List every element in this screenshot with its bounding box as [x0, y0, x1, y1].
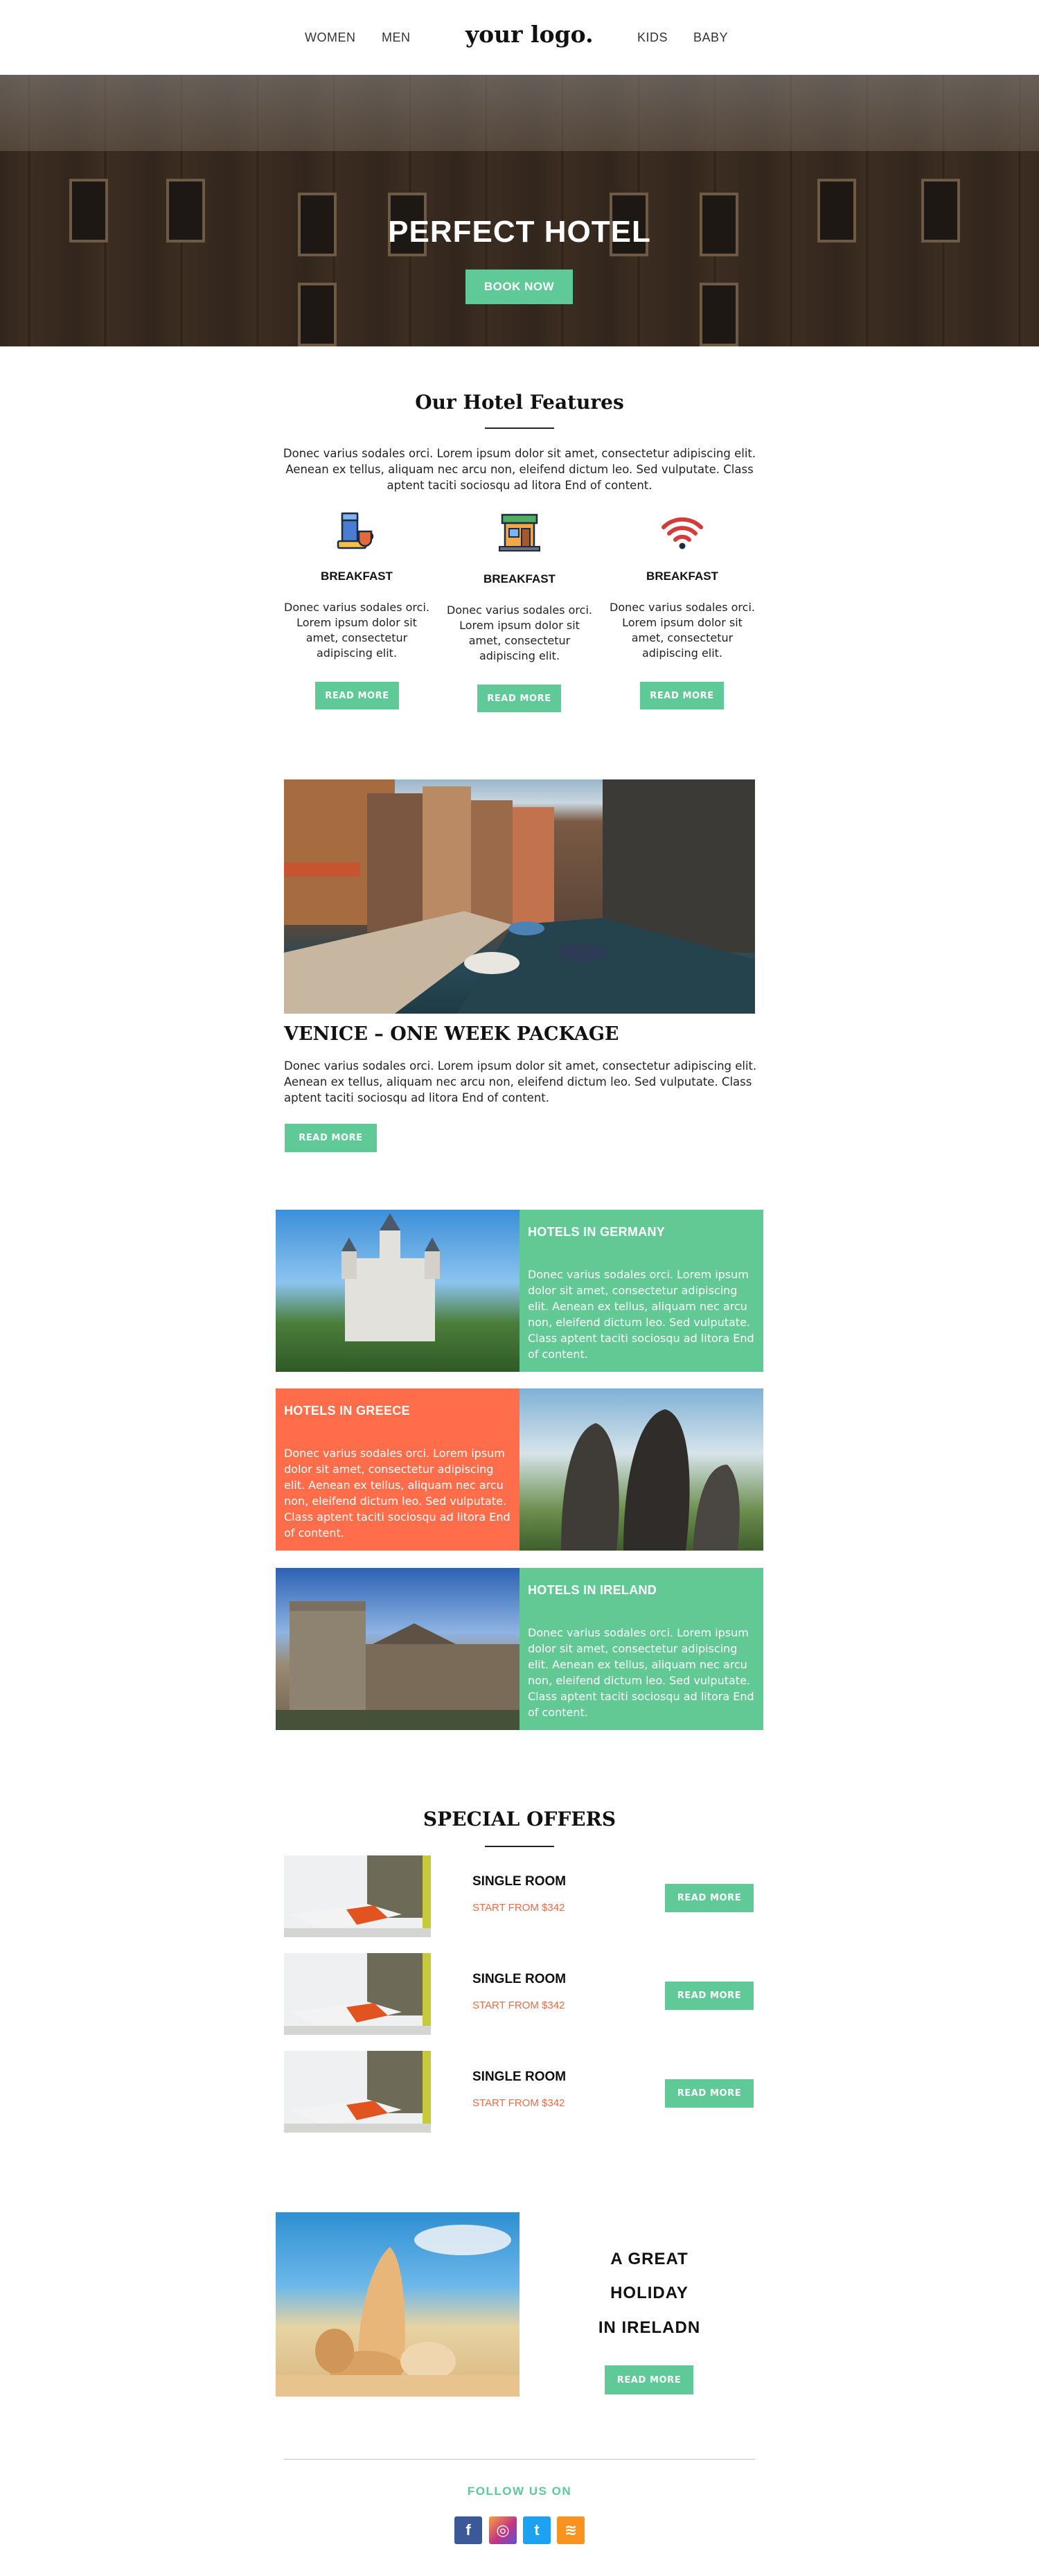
holiday-headline-line: IN IRELADN — [598, 2318, 701, 2337]
hotel-card-title: HOTELS IN IRELAND — [528, 1583, 657, 1597]
offer-title: SINGLE ROOM — [472, 2070, 567, 2084]
castle-illustration — [341, 1213, 440, 1341]
hotel-card-text: Donec varius sodales orci. Lorem ipsum d… — [528, 1268, 754, 1361]
hotel-card-text: Donec varius sodales orci. Lorem ipsum d… — [284, 1447, 510, 1540]
greece-card[interactable]: HOTELS IN GREECE Donec varius sodales or… — [276, 1388, 520, 1551]
room-illustration — [284, 1855, 431, 1937]
offer-price: START FROM $342 — [472, 2000, 565, 2011]
room-illustration — [284, 1953, 431, 2035]
offer-read-more-button[interactable]: READ MORE — [665, 1884, 754, 1912]
instagram-icon[interactable]: ◎ — [489, 2516, 517, 2544]
offer-title: SINGLE ROOM — [472, 1972, 567, 1986]
logo[interactable]: your logo. — [465, 21, 594, 48]
feature-read-more-button[interactable]: READ MORE — [640, 682, 724, 709]
venice-text: Donec varius sodales orci. Lorem ipsum d… — [284, 1059, 757, 1104]
feature-title: BREAKFAST — [321, 570, 393, 583]
features-intro: Donec varius sodales orci. Lorem ipsum d… — [283, 447, 756, 492]
dublin-castle-illustration — [276, 1601, 520, 1730]
hero-window — [700, 283, 738, 346]
feature-read-more-button[interactable]: READ MORE — [477, 685, 561, 712]
hotel-card-text: Donec varius sodales orci. Lorem ipsum d… — [528, 1626, 754, 1719]
feature-text: Donec varius sodales orci. Lorem ipsum d… — [610, 601, 755, 660]
ireland-castle-image — [276, 1568, 520, 1730]
venice-title: VENICE – ONE WEEK PACKAGE — [284, 1023, 619, 1045]
hero-banner: PERFECT HOTEL BOOK NOW — [0, 75, 1039, 346]
holiday-headline-line: A GREAT — [610, 2250, 689, 2268]
hero-title: PERFECT HOTEL — [388, 215, 651, 249]
rss-icon[interactable]: ≋ — [557, 2516, 585, 2544]
nav-link-men[interactable]: MEN — [382, 30, 411, 45]
nav-link-baby[interactable]: BABY — [693, 30, 728, 45]
feature-text: Donec varius sodales orci. Lorem ipsum d… — [447, 603, 592, 662]
follow-us-label: FOLLOW US ON — [467, 2485, 572, 2498]
shop-icon — [499, 513, 540, 552]
room-image — [284, 2051, 431, 2133]
room-illustration — [284, 2051, 431, 2133]
feature-read-more-button[interactable]: READ MORE — [315, 682, 399, 709]
feature-breakfast-icon-wrap — [281, 508, 433, 560]
room-image — [284, 1953, 431, 2035]
offers-title: SPECIAL OFFERS — [423, 1808, 616, 1830]
hero-window — [298, 283, 337, 346]
beach-rocks-image — [276, 2212, 520, 2397]
offer-price: START FROM $342 — [472, 1902, 565, 1914]
nav-link-women[interactable]: WOMEN — [305, 30, 356, 45]
hotel-card-title: HOTELS IN GERMANY — [528, 1225, 666, 1239]
feature-title: BREAKFAST — [483, 572, 556, 585]
features-title: Our Hotel Features — [415, 391, 624, 414]
venice-canal-image — [284, 779, 755, 1014]
feature-shop-icon-wrap — [443, 508, 596, 560]
nav-link-kids[interactable]: KIDS — [637, 30, 668, 45]
book-now-button[interactable]: BOOK NOW — [465, 270, 573, 304]
hotel-card-title: HOTELS IN GREECE — [284, 1404, 410, 1418]
offer-price: START FROM $342 — [472, 2097, 565, 2109]
venice-read-more-button[interactable]: READ MORE — [285, 1124, 377, 1152]
venice-canal-illustration — [284, 779, 755, 1014]
features-divider — [485, 427, 554, 429]
feature-text: Donec varius sodales orci. Lorem ipsum d… — [284, 601, 429, 660]
feature-wifi-icon-wrap — [606, 508, 758, 560]
greece-rocks-image — [520, 1388, 763, 1551]
holiday-read-more-button[interactable]: READ MORE — [605, 2365, 693, 2394]
ireland-card[interactable]: HOTELS IN IRELAND Donec varius sodales o… — [520, 1568, 763, 1730]
footer-divider — [284, 2459, 755, 2460]
room-image — [284, 1855, 431, 1937]
germany-card[interactable]: HOTELS IN GERMANY Donec varius sodales o… — [520, 1210, 763, 1372]
germany-castle-image — [276, 1210, 520, 1372]
breakfast-icon — [337, 512, 374, 549]
offer-read-more-button[interactable]: READ MORE — [665, 2079, 754, 2108]
offer-title: SINGLE ROOM — [472, 1874, 567, 1889]
beach-illustration — [276, 2225, 520, 2397]
offer-read-more-button[interactable]: READ MORE — [665, 1982, 754, 2010]
twitter-icon[interactable]: t — [523, 2516, 551, 2544]
meteora-illustration — [561, 1409, 740, 1551]
offers-divider — [485, 1846, 554, 1847]
holiday-headline-line: HOLIDAY — [610, 2284, 689, 2302]
feature-title: BREAKFAST — [646, 570, 718, 583]
hero-image-sky — [0, 75, 1039, 151]
header: WOMEN MEN your logo. KIDS BABY — [0, 0, 1039, 75]
wifi-icon — [661, 517, 703, 549]
facebook-icon[interactable]: f — [454, 2516, 482, 2544]
